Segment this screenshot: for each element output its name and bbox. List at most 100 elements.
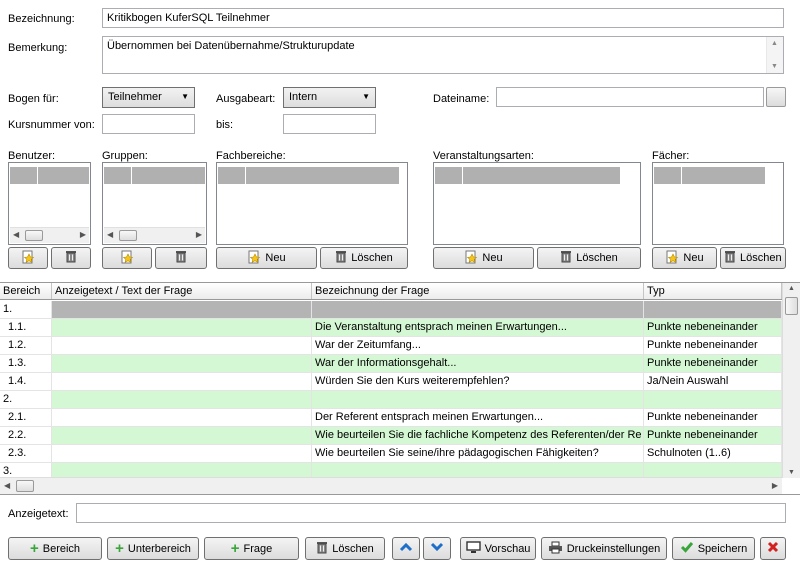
list-item[interactable] [10,167,89,184]
benutzer-delete-button[interactable] [51,247,91,269]
table-cell[interactable]: Ja/Nein Auswahl [644,373,782,390]
add-unterbereich-button[interactable]: + Unterbereich [107,537,199,560]
table-cell[interactable]: 1.2. [0,337,52,354]
table-cell[interactable]: Punkte nebeneinander [644,355,782,372]
kursnummer-bis-field[interactable] [283,114,376,134]
browse-button[interactable] [766,87,786,107]
list-item[interactable] [654,167,765,184]
list-item[interactable] [435,167,620,184]
benutzer-list[interactable]: ◀ ▶ [8,162,91,245]
close-button[interactable] [760,537,786,560]
dateiname-field[interactable] [496,87,764,107]
gruppen-delete-button[interactable] [155,247,207,269]
fachbereiche-neu-button[interactable]: Neu [216,247,317,269]
table-cell[interactable] [312,301,644,318]
bezeichnung-field[interactable]: Kritikbogen KuferSQL Teilnehmer [102,8,784,28]
scroll-left-icon[interactable]: ◀ [4,481,10,490]
table-cell[interactable] [52,355,312,372]
table-cell[interactable]: 1.1. [0,319,52,336]
table-row[interactable]: 1. [0,301,782,319]
grid-horizontal-scrollbar[interactable]: ◀ ▶ [0,477,782,494]
fachbereiche-loeschen-button[interactable]: Löschen [320,247,408,269]
column-header-typ[interactable]: Typ [644,283,782,299]
table-cell[interactable]: 1. [0,301,52,318]
table-cell[interactable] [52,409,312,426]
column-header-bezeichnung[interactable]: Bezeichnung der Frage [312,283,644,299]
table-cell[interactable] [644,391,782,408]
table-cell[interactable] [52,427,312,444]
bogen-select[interactable]: Teilnehmer ▼ [102,87,195,108]
table-row[interactable]: 2.2. Wie beurteilen Sie die fachliche Kom… [0,427,782,445]
scroll-down-icon[interactable]: ▼ [788,469,795,476]
vorschau-button[interactable]: Vorschau [460,537,536,560]
table-cell[interactable] [52,337,312,354]
scroll-thumb[interactable] [785,297,798,315]
gruppen-add-button[interactable] [102,247,152,269]
table-cell[interactable]: Punkte nebeneinander [644,319,782,336]
table-cell[interactable]: 1.4. [0,373,52,390]
table-cell[interactable]: 1.3. [0,355,52,372]
bemerkung-scrollbar[interactable]: ▲ ▼ [766,37,783,73]
scroll-right-icon[interactable]: ▶ [196,230,202,239]
scroll-thumb[interactable] [16,480,34,492]
table-cell[interactable]: War der Zeitumfang... [312,337,644,354]
horizontal-scrollbar[interactable]: ◀ ▶ [104,227,205,243]
column-header-anzeigetext[interactable]: Anzeigetext / Text der Frage [52,283,312,299]
table-row[interactable]: 1.1. Die Veranstaltung entsprach meinen E… [0,319,782,337]
scroll-up-icon[interactable]: ▲ [788,285,795,292]
faecher-loeschen-button[interactable]: Löschen [720,247,786,269]
table-cell[interactable] [52,319,312,336]
table-cell[interactable]: War der Informationsgehalt... [312,355,644,372]
list-item[interactable] [104,167,205,184]
table-cell[interactable]: 2. [0,391,52,408]
table-cell[interactable] [644,301,782,318]
table-cell[interactable]: Punkte nebeneinander [644,409,782,426]
table-cell[interactable]: Wie beurteilen Sie seine/ihre pädagogisc… [312,445,644,462]
add-frage-button[interactable]: + Frage [204,537,299,560]
table-cell[interactable] [52,373,312,390]
add-bereich-button[interactable]: + Bereich [8,537,102,560]
kursnummer-von-field[interactable] [102,114,195,134]
anzeigetext-field[interactable] [76,503,786,523]
grid-vertical-scrollbar[interactable]: ▲ ▼ [782,283,800,478]
scroll-left-icon[interactable]: ◀ [13,230,19,239]
bemerkung-field[interactable]: Übernommen bei Datenübernahme/Strukturup… [102,36,784,74]
fachbereiche-list[interactable] [216,162,408,245]
table-cell[interactable]: Punkte nebeneinander [644,337,782,354]
veranstaltungsarten-list[interactable] [433,162,641,245]
scroll-up-icon[interactable]: ▲ [771,40,778,47]
speichern-button[interactable]: Speichern [672,537,755,560]
table-row[interactable]: 2.3. Wie beurteilen Sie seine/ihre pädago… [0,445,782,463]
table-cell[interactable]: 2.2. [0,427,52,444]
benutzer-add-button[interactable] [8,247,48,269]
veranstaltungsarten-loeschen-button[interactable]: Löschen [537,247,641,269]
table-cell[interactable]: Wie beurteilen Sie die fachliche Kompete… [312,427,644,444]
scroll-left-icon[interactable]: ◀ [107,230,113,239]
table-cell[interactable] [52,445,312,462]
table-cell[interactable]: 2.3. [0,445,52,462]
questions-grid[interactable]: Bereich Anzeigetext / Text der Frage Bez… [0,282,800,495]
ausgabeart-select[interactable]: Intern ▼ [283,87,376,108]
table-row[interactable]: 1.4. Würden Sie den Kurs weiterempfehlen?… [0,373,782,391]
scroll-thumb[interactable] [119,230,137,241]
gruppen-list[interactable]: ◀ ▶ [102,162,207,245]
table-cell[interactable] [52,391,312,408]
table-cell[interactable] [312,391,644,408]
move-up-button[interactable] [392,537,420,560]
table-cell[interactable]: Die Veranstaltung entsprach meinen Erwar… [312,319,644,336]
table-row[interactable]: 2.1. Der Referent entsprach meinen Erwart… [0,409,782,427]
horizontal-scrollbar[interactable]: ◀ ▶ [10,227,89,243]
move-down-button[interactable] [423,537,451,560]
scroll-thumb[interactable] [25,230,43,241]
delete-button[interactable]: Löschen [305,537,385,560]
table-cell[interactable]: Punkte nebeneinander [644,427,782,444]
column-header-bereich[interactable]: Bereich [0,283,52,299]
scroll-right-icon[interactable]: ▶ [80,230,86,239]
table-row[interactable]: 1.3. War der Informationsgehalt... Punkte … [0,355,782,373]
table-cell[interactable] [52,301,312,318]
scroll-right-icon[interactable]: ▶ [772,481,778,490]
table-cell[interactable]: Der Referent entsprach meinen Erwartunge… [312,409,644,426]
list-item[interactable] [218,167,399,184]
faecher-neu-button[interactable]: Neu [652,247,717,269]
table-row[interactable]: 1.2. War der Zeitumfang... Punkte nebenein… [0,337,782,355]
